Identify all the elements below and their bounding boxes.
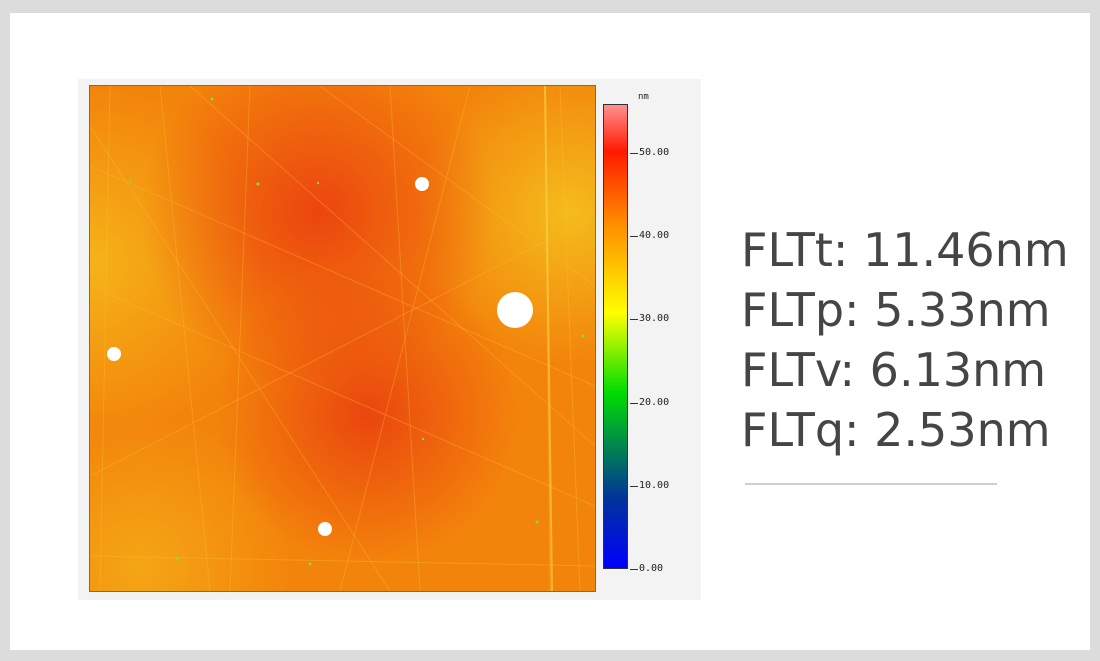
colorbar-tick <box>630 319 638 320</box>
colorbar-tick <box>630 486 638 487</box>
stat-fltp: FLTp: 5.33nm <box>741 283 1051 337</box>
roughness-stats: FLTt: 11.46nm FLTp: 5.33nm FLTv: 6.13nm … <box>741 220 1069 460</box>
colorbar-unit-label: nm <box>638 92 649 102</box>
stat-fltq: FLTq: 2.53nm <box>741 403 1051 457</box>
colorbar-tick-label: 10.00 <box>639 480 670 491</box>
divider-line <box>745 483 997 485</box>
colorbar-tick <box>630 236 638 237</box>
colorbar <box>603 104 628 569</box>
stat-fltv: FLTv: 6.13nm <box>741 343 1047 397</box>
colorbar-tick <box>630 153 638 154</box>
colorbar-tick <box>630 569 638 570</box>
colorbar-tick-label: 50.00 <box>639 147 670 158</box>
colorbar-tick-label: 20.00 <box>639 397 670 408</box>
afm-surface-graphic <box>90 86 595 591</box>
colorbar-tick <box>630 403 638 404</box>
colorbar-tick-label: 40.00 <box>639 230 670 241</box>
colorbar-tick-label: 30.00 <box>639 313 670 324</box>
colorbar-gradient <box>604 105 627 568</box>
stat-fltt: FLTt: 11.46nm <box>741 223 1069 277</box>
colorbar-tick-label: 0.00 <box>639 563 664 574</box>
afm-height-map <box>89 85 596 592</box>
